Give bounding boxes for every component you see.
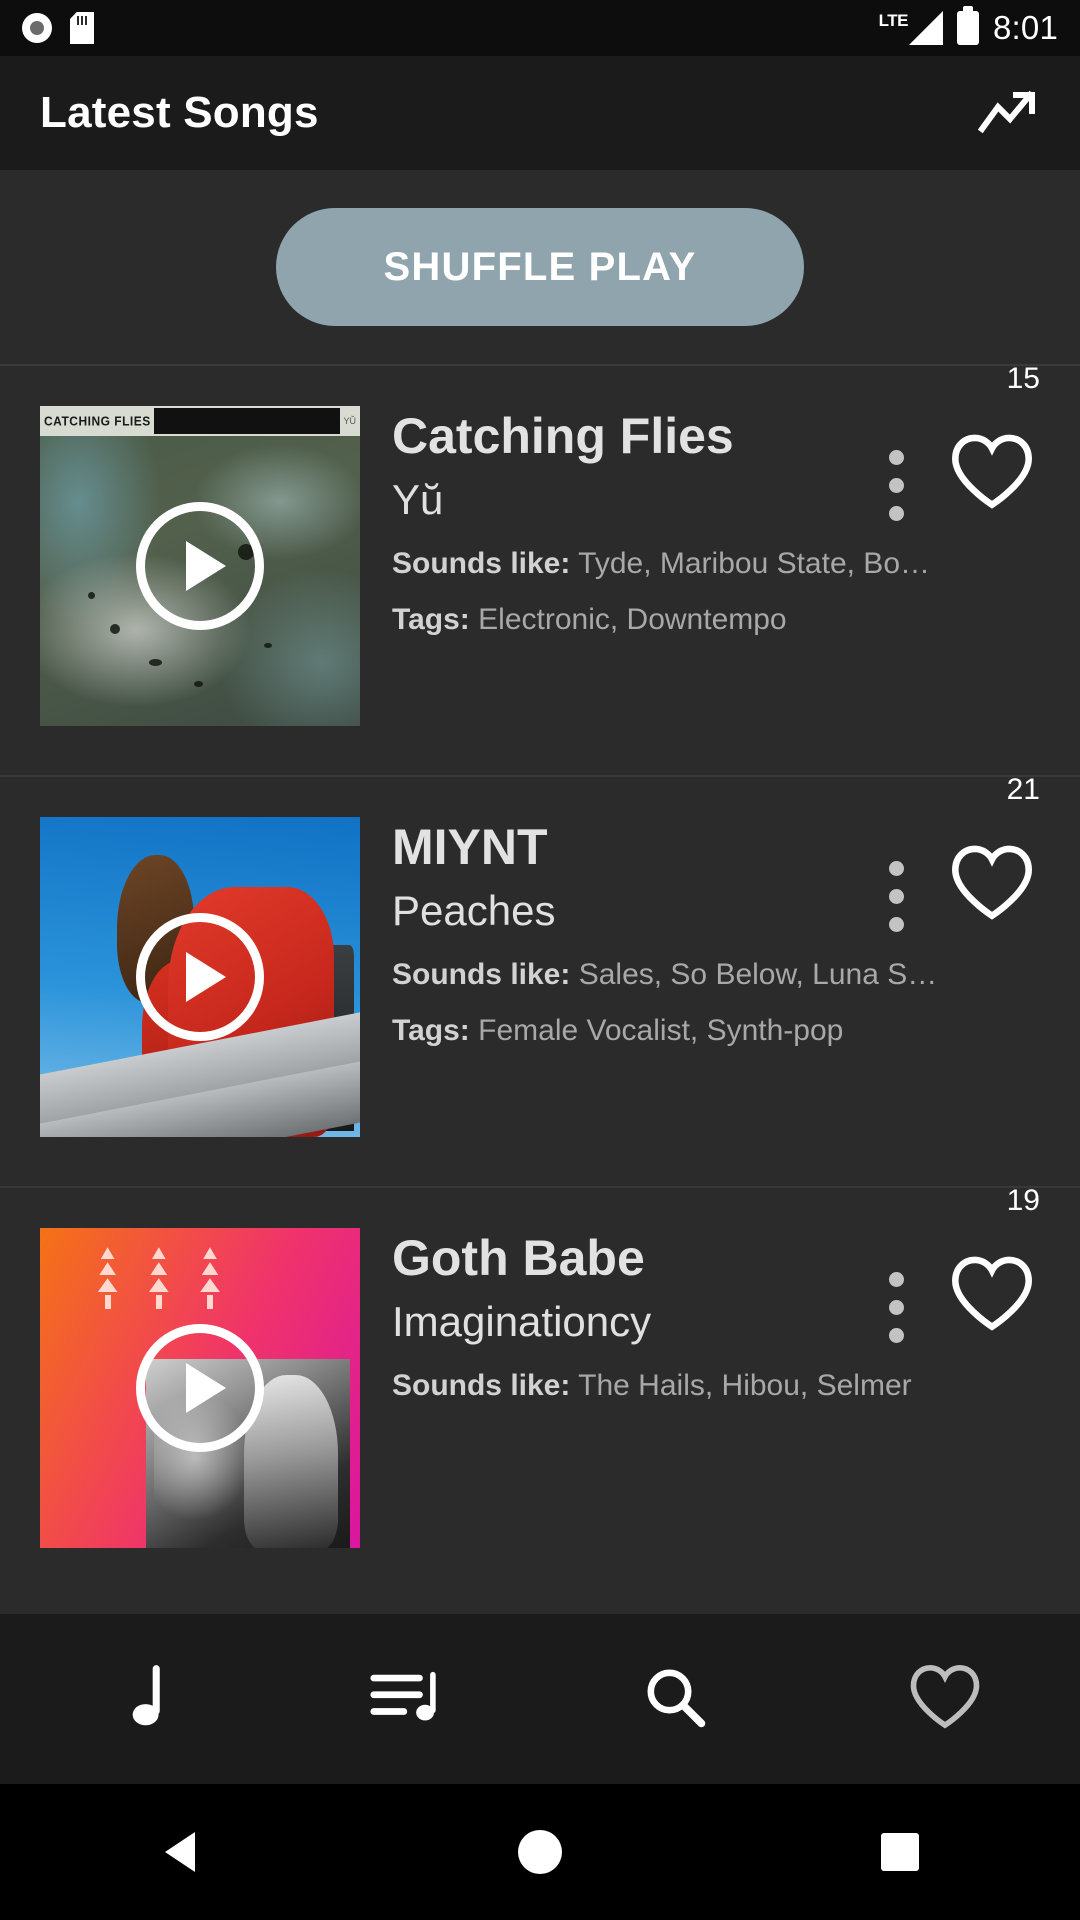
status-bar-left-icons	[22, 12, 94, 44]
system-navigation-bar	[0, 1784, 1080, 1920]
status-bar: LTE 8:01	[0, 0, 1080, 56]
sd-card-icon	[70, 12, 94, 44]
overflow-menu-icon[interactable]	[866, 817, 926, 932]
song-thumbnail[interactable]	[40, 817, 360, 1137]
overflow-menu-icon[interactable]	[866, 1228, 926, 1343]
sounds-like-line: Sounds like: Tyde, Maribou State, Bo…	[392, 547, 1040, 581]
nav-item-favorites[interactable]	[810, 1664, 1080, 1735]
list-item[interactable]: MIYNT Peaches Sounds like: Sales, So Bel…	[0, 773, 1080, 1186]
tags-value: Female Vocalist, Synth-pop	[478, 1014, 844, 1048]
sounds-like-value: Tyde, Maribou State, Bo…	[578, 547, 930, 581]
favorite-heart-icon[interactable]	[944, 835, 1040, 931]
album-art-caption: CATCHING FLIES YŬ	[40, 406, 360, 436]
song-meta: MIYNT Peaches Sounds like: Sales, So Bel…	[360, 773, 1040, 1186]
record-dot-icon	[22, 13, 52, 43]
album-art-caption-text: CATCHING FLIES	[44, 413, 151, 429]
status-bar-clock: 8:01	[992, 9, 1058, 46]
like-count: 21	[1006, 773, 1040, 806]
song-thumbnail[interactable]	[40, 1228, 360, 1548]
tree-icon	[200, 1247, 220, 1312]
song-artist: Goth Babe	[392, 1230, 645, 1286]
back-button[interactable]	[0, 1832, 360, 1872]
list-item[interactable]: CATCHING FLIES YŬ Catching Flies Yŭ Soun…	[0, 366, 1080, 775]
tags-value: Electronic, Downtempo	[478, 603, 787, 637]
back-triangle-icon	[165, 1832, 195, 1872]
sounds-like-value: Sales, So Below, Luna S…	[578, 958, 938, 992]
recents-square-icon	[881, 1833, 919, 1871]
heart-icon	[909, 1664, 981, 1735]
sounds-like-label: Sounds like:	[392, 958, 571, 992]
song-actions: 21	[866, 773, 1040, 932]
shuffle-play-button[interactable]: SHUFFLE PLAY	[276, 208, 804, 326]
overflow-menu-icon[interactable]	[866, 406, 926, 521]
tags-label: Tags:	[392, 603, 470, 637]
page-title: Latest Songs	[40, 88, 319, 137]
tags-label: Tags:	[392, 1014, 470, 1048]
home-button[interactable]	[360, 1830, 720, 1874]
song-meta: Goth Babe Imaginationcy Sounds like: The…	[360, 1184, 1040, 1597]
song-actions: 15	[866, 366, 1040, 521]
sounds-like-label: Sounds like:	[392, 547, 571, 581]
tags-line: Tags: Electronic, Downtempo	[392, 603, 1040, 637]
play-button[interactable]	[136, 502, 264, 630]
bottom-navigation-bar	[0, 1614, 1080, 1784]
song-actions: 19	[866, 1184, 1040, 1343]
song-list[interactable]: CATCHING FLIES YŬ Catching Flies Yŭ Soun…	[0, 366, 1080, 1614]
list-item[interactable]: Goth Babe Imaginationcy Sounds like: The…	[0, 1184, 1080, 1597]
lte-label: LTE	[878, 11, 909, 30]
nav-item-songs[interactable]	[0, 1664, 270, 1735]
nav-item-playlists[interactable]	[270, 1668, 540, 1731]
app-bar: Latest Songs	[0, 56, 1080, 170]
nav-item-search[interactable]	[540, 1664, 810, 1735]
play-button[interactable]	[136, 1324, 264, 1452]
sounds-like-line: Sounds like: Sales, So Below, Luna S…	[392, 958, 1040, 992]
status-bar-right-icons: LTE 8:01	[879, 6, 1058, 47]
like-count: 19	[1006, 1184, 1040, 1217]
home-circle-icon	[518, 1830, 562, 1874]
tree-icon	[148, 1247, 169, 1312]
music-note-icon	[106, 1664, 164, 1735]
sounds-like-value: The Hails, Hibou, Selmer	[578, 1369, 912, 1403]
song-thumbnail[interactable]: CATCHING FLIES YŬ	[40, 406, 360, 726]
play-button[interactable]	[136, 913, 264, 1041]
lte-signal-icon: LTE	[879, 11, 943, 45]
playlist-icon	[370, 1668, 440, 1731]
battery-icon	[956, 6, 979, 45]
app-screen: LTE 8:01 Latest Songs SHUFFLE PLAY CATCH…	[0, 0, 1080, 1920]
trending-up-icon[interactable]	[977, 87, 1040, 139]
favorite-heart-icon[interactable]	[944, 1246, 1040, 1342]
tree-icon	[97, 1247, 118, 1312]
favorite-heart-icon[interactable]	[944, 424, 1040, 520]
shuffle-section: SHUFFLE PLAY	[0, 170, 1080, 366]
recents-button[interactable]	[720, 1833, 1080, 1871]
song-artist: MIYNT	[392, 819, 548, 875]
sounds-like-line: Sounds like: The Hails, Hibou, Selmer	[392, 1369, 1040, 1403]
search-icon	[642, 1664, 708, 1735]
like-count: 15	[1006, 366, 1040, 395]
song-artist: Catching Flies	[392, 408, 734, 464]
song-meta: Catching Flies Yŭ Sounds like: Tyde, Mar…	[360, 366, 1040, 775]
tags-line: Tags: Female Vocalist, Synth-pop	[392, 1014, 1040, 1048]
sounds-like-label: Sounds like:	[392, 1369, 571, 1403]
